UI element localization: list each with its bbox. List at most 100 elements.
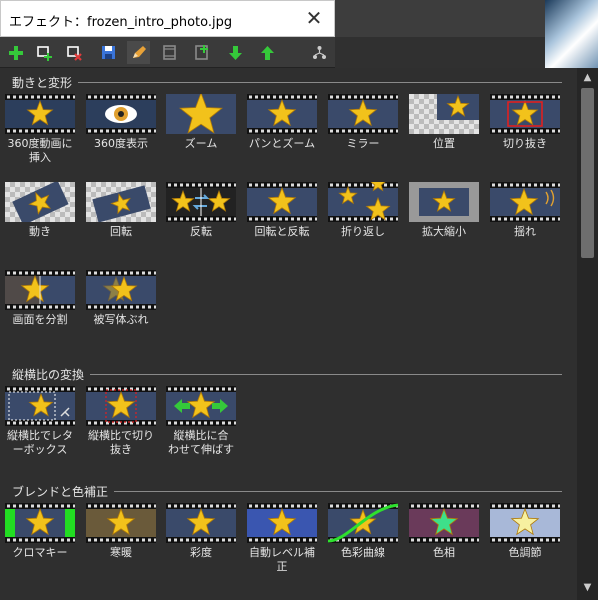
- scrollbar-thumb[interactable]: [581, 88, 594, 258]
- effect-label: 折り返し: [325, 225, 401, 239]
- effect-thumbnail: [166, 94, 236, 134]
- effect-tile[interactable]: パンとズーム: [244, 94, 320, 166]
- section-divider: [114, 491, 562, 492]
- effect-label-line: 縦横比でレタ: [7, 429, 73, 442]
- close-icon[interactable]: ✕: [300, 5, 328, 33]
- effect-thumbnail: [247, 503, 317, 543]
- effect-label-line: ズーム: [184, 137, 218, 150]
- effect-thumbnail: [5, 182, 75, 222]
- background-photo-preview: [545, 0, 598, 70]
- edit-pencil-icon[interactable]: [127, 41, 150, 64]
- effect-label: ミラー: [325, 137, 401, 151]
- effect-label-line: 自動レベル補: [249, 546, 315, 559]
- effect-tile[interactable]: 画面を分割: [2, 270, 78, 342]
- effect-tile[interactable]: 縦横比で切り 抜き: [83, 386, 159, 458]
- title-bar: エフェクト：frozen_intro_photo.jpg ✕: [0, 0, 335, 37]
- effect-label-line: 360度動画に: [7, 137, 73, 150]
- window-title: エフェクト：frozen_intro_photo.jpg: [9, 15, 233, 30]
- effect-tile[interactable]: 彩度: [163, 503, 239, 575]
- effect-label-line: 色相: [433, 546, 455, 559]
- effect-thumbnail: [86, 94, 156, 134]
- effect-label-line: クロマキー: [12, 546, 68, 559]
- effect-thumbnail: [166, 182, 236, 222]
- effect-tile[interactable]: ミラー: [325, 94, 401, 166]
- effect-label: 縦横比で切り 抜き: [83, 429, 159, 457]
- effect-thumbnail: [5, 94, 75, 134]
- effect-tile[interactable]: 回転: [83, 182, 159, 254]
- effect-label-line: 縦横比で切り: [88, 429, 154, 442]
- effect-tile[interactable]: 縦横比に合 わせて伸ばす: [163, 386, 239, 458]
- effect-tile[interactable]: 縦横比でレタ ーボックス: [2, 386, 78, 458]
- add-icon[interactable]: [4, 41, 27, 64]
- effect-thumbnail: [5, 386, 75, 426]
- scroll-down-arrow-icon[interactable]: ▼: [577, 582, 598, 596]
- section-title: 縦横比の変換: [12, 368, 85, 382]
- vertical-scrollbar[interactable]: ▲ ▼: [577, 68, 598, 600]
- effect-tile[interactable]: ズーム: [163, 94, 239, 166]
- effect-label-line: 動き: [29, 225, 51, 238]
- effect-label-line: 360度表示: [94, 137, 148, 150]
- effect-tile[interactable]: 360度表示: [83, 94, 159, 166]
- effect-thumbnail: [490, 182, 560, 222]
- effect-tile[interactable]: 位置: [406, 94, 482, 166]
- effects-panel[interactable]: 動きと変形 360度動画に 挿入 360度表示 ズーム パンとズーム ミラー 位置 切り抜き 動き…: [0, 68, 577, 600]
- effect-tile[interactable]: 色彩曲線: [325, 503, 401, 575]
- effect-tile[interactable]: 反転: [163, 182, 239, 254]
- effect-tile[interactable]: 色相: [406, 503, 482, 575]
- scroll-up-arrow-icon[interactable]: ▲: [577, 72, 598, 86]
- effect-thumbnail: [328, 182, 398, 222]
- effect-label: 色調節: [487, 546, 563, 560]
- effect-label-line: 彩度: [190, 546, 212, 559]
- move-down-icon[interactable]: [224, 41, 247, 64]
- effect-tile[interactable]: 拡大縮小: [406, 182, 482, 254]
- effect-label: 回転と反転: [244, 225, 320, 239]
- effect-label-line: 画面を分割: [12, 313, 68, 326]
- effect-label: 自動レベル補正: [244, 546, 320, 574]
- effect-tile[interactable]: 切り抜き: [487, 94, 563, 166]
- effect-tile[interactable]: クロマキー: [2, 503, 78, 575]
- effect-label: 縦横比に合 わせて伸ばす: [163, 429, 239, 457]
- effect-label-line: わせて伸ばす: [168, 443, 234, 456]
- effect-tile[interactable]: 寒暖: [83, 503, 159, 575]
- effect-label: 回転: [83, 225, 159, 239]
- effect-label-line: 被写体ぶれ: [93, 313, 149, 326]
- effect-tile[interactable]: 回転と反転: [244, 182, 320, 254]
- effect-label: 画面を分割: [2, 313, 78, 327]
- section-divider: [78, 82, 562, 83]
- effect-label-line: 色彩曲線: [341, 546, 385, 559]
- effect-label-line: 位置: [433, 137, 455, 150]
- effect-tile[interactable]: 折り返し: [325, 182, 401, 254]
- effect-tile[interactable]: 自動レベル補正: [244, 503, 320, 575]
- effect-label: 位置: [406, 137, 482, 151]
- effect-label: 動き: [2, 225, 78, 239]
- effect-tile[interactable]: 色調節: [487, 503, 563, 575]
- effect-label-line: 反転: [190, 225, 212, 238]
- tree-icon[interactable]: [308, 41, 331, 64]
- effect-tile[interactable]: 動き: [2, 182, 78, 254]
- effect-label: 切り抜き: [487, 137, 563, 151]
- film-add-icon[interactable]: [190, 41, 213, 64]
- film-frame-icon[interactable]: [158, 41, 181, 64]
- effects-window: エフェクト：frozen_intro_photo.jpg ✕ 動きと変形 360度…: [0, 0, 598, 600]
- move-up-icon[interactable]: [256, 41, 279, 64]
- effect-tile[interactable]: 被写体ぶれ: [83, 270, 159, 342]
- effect-tile[interactable]: 揺れ: [487, 182, 563, 254]
- save-icon[interactable]: [97, 41, 120, 64]
- effect-label-line: 揺れ: [514, 225, 536, 238]
- effect-label: 360度表示: [83, 137, 159, 151]
- effect-tile[interactable]: 360度動画に 挿入: [2, 94, 78, 166]
- effect-thumbnail: [490, 503, 560, 543]
- section-divider: [90, 374, 562, 375]
- effect-label-line: ーボックス: [12, 443, 68, 456]
- effect-thumbnail: [409, 182, 479, 222]
- add-duplicate-icon[interactable]: [33, 41, 56, 64]
- remove-icon[interactable]: [63, 41, 86, 64]
- effect-thumbnail: [86, 503, 156, 543]
- effect-label: 360度動画に 挿入: [2, 137, 78, 165]
- effect-thumbnail: [166, 503, 236, 543]
- effect-label-line: 切り抜き: [503, 137, 547, 150]
- effect-label: 色相: [406, 546, 482, 560]
- effect-label-line: 折り返し: [341, 225, 385, 238]
- effect-label: 揺れ: [487, 225, 563, 239]
- effect-label: 寒暖: [83, 546, 159, 560]
